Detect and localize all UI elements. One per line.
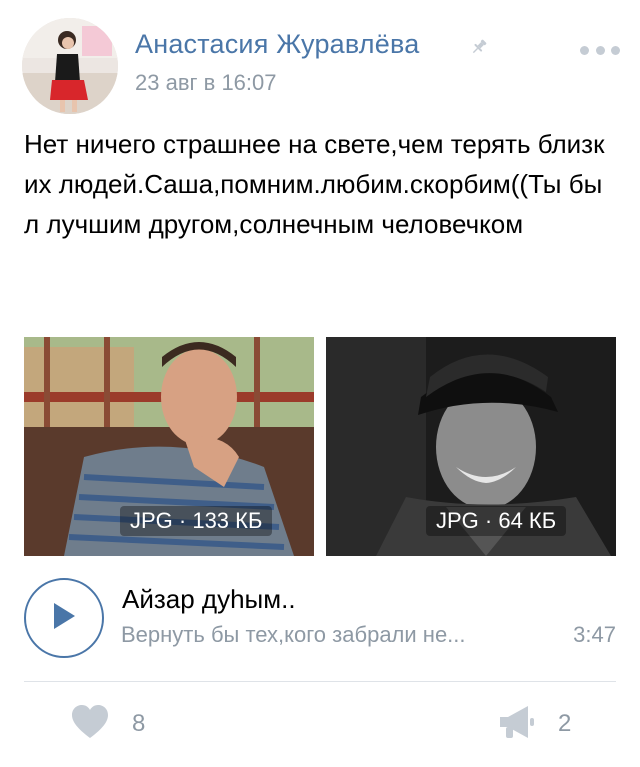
photo-badge: JPG · 133 КБ	[120, 506, 273, 536]
audio-attachment: Айзар дуһым.. Вернуть бы тех,кого забрал…	[24, 574, 620, 660]
play-button[interactable]	[24, 578, 104, 658]
post-date[interactable]: 23 авг в 16:07	[135, 70, 277, 96]
photo-badge: JPG · 64 КБ	[426, 506, 567, 536]
divider	[24, 681, 616, 682]
audio-artist: Вернуть бы тех,кого забрали не...	[121, 622, 466, 647]
photo-attachment-2[interactable]: JPG · 64 КБ	[326, 337, 616, 556]
likes-count: 8	[132, 710, 146, 737]
like-button[interactable]: 8	[70, 704, 145, 744]
play-icon	[51, 601, 77, 636]
author-name[interactable]: Анастасия Журавлёва	[135, 29, 419, 60]
more-dots-icon[interactable]	[580, 44, 620, 56]
audio-duration: 3:47	[573, 622, 616, 647]
pin-icon	[470, 38, 488, 56]
megaphone-icon	[498, 703, 536, 746]
post-text: Нет ничего страшнее на свете,чем терять …	[24, 129, 605, 239]
heart-icon	[70, 704, 110, 745]
avatar[interactable]	[22, 18, 118, 114]
repost-button[interactable]: 2	[498, 704, 571, 744]
reposts-count: 2	[558, 710, 572, 737]
audio-title[interactable]: Айзар дуһым..	[122, 584, 296, 615]
post-header: Анастасия Журавлёва 23 авг в 16:07	[22, 18, 620, 114]
photo-attachment-1[interactable]: JPG · 133 КБ	[24, 337, 314, 556]
